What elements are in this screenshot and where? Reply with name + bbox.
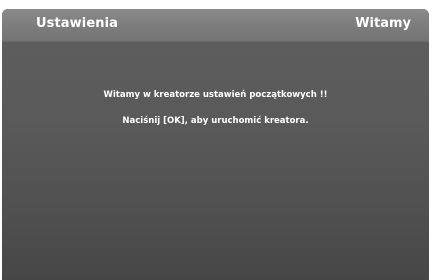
- page-name: Witamy: [355, 16, 411, 31]
- welcome-message: Witamy w kreatorze ustawień początkowych…: [103, 90, 328, 100]
- instruction-message: Naciśnij [OK], aby uruchomić kreatora.: [122, 116, 309, 126]
- settings-screen: Ustawienia Witamy Witamy w kreatorze ust…: [2, 9, 429, 280]
- title-bar: Ustawienia Witamy: [2, 9, 429, 42]
- menu-title: Ustawienia: [36, 16, 119, 31]
